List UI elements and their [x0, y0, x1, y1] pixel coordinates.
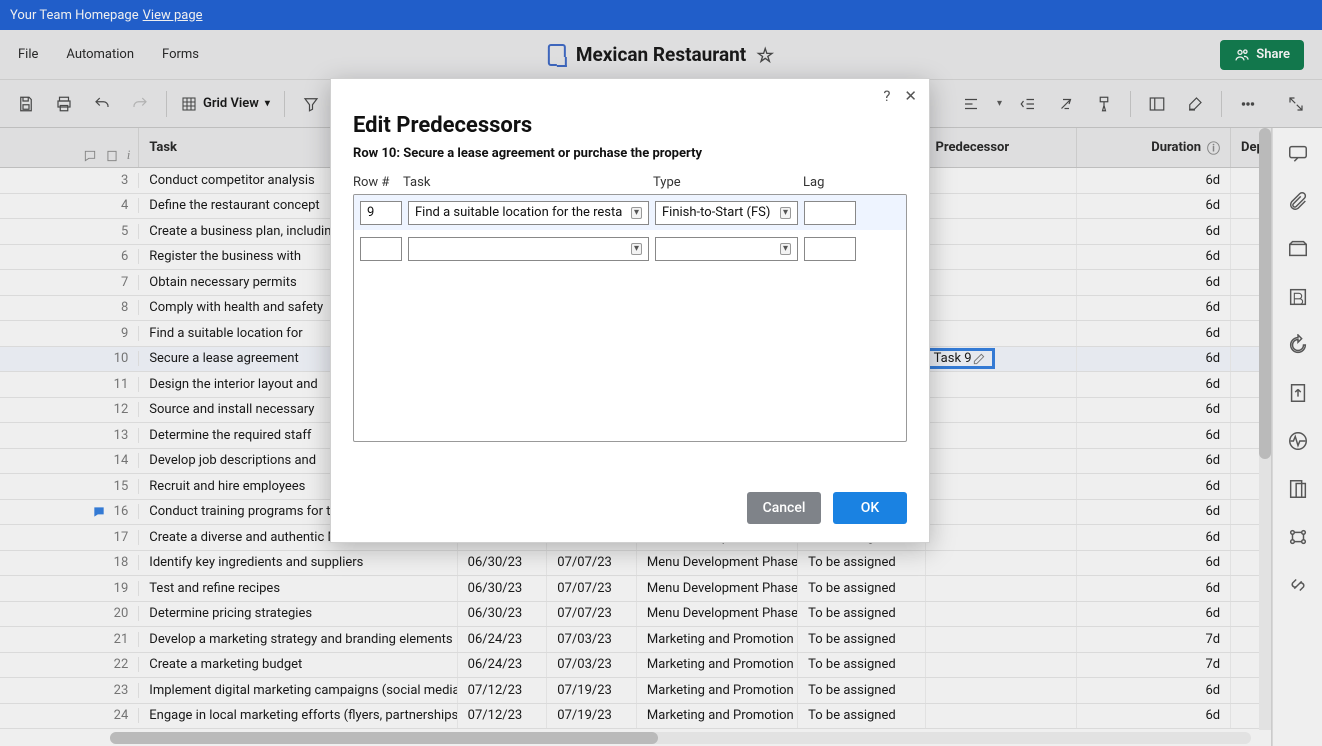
dialog-actions: Cancel OK: [331, 492, 929, 542]
app-root: Your Team Homepage View page File Automa…: [0, 0, 1322, 746]
chevron-down-icon: ▾: [780, 207, 791, 219]
edit-predecessors-dialog: ? ✕ Edit Predecessors Row 10: Secure a l…: [330, 78, 930, 543]
lag-input[interactable]: [804, 237, 856, 261]
hdr-type: Type: [653, 175, 803, 190]
row-num-input[interactable]: [360, 237, 402, 261]
hdr-task: Task: [403, 175, 653, 190]
type-select[interactable]: Finish-to-Start (FS)▾: [655, 201, 798, 225]
help-icon[interactable]: ?: [883, 87, 890, 105]
chevron-down-icon: ▾: [631, 207, 642, 219]
lag-input[interactable]: [804, 201, 856, 225]
hdr-lag: Lag: [803, 175, 863, 190]
row-num-input[interactable]: 9: [360, 201, 402, 225]
chevron-down-icon: ▾: [780, 243, 791, 255]
dialog-subtitle: Row 10: Secure a lease agreement or purc…: [331, 146, 929, 175]
ok-button[interactable]: OK: [833, 492, 907, 524]
predecessor-grid: 9 Find a suitable location for the resta…: [353, 194, 907, 442]
task-select[interactable]: Find a suitable location for the resta▾: [408, 201, 649, 225]
type-select[interactable]: ▾: [655, 237, 798, 261]
predecessor-grid-header: Row # Task Type Lag: [331, 175, 929, 194]
cancel-button[interactable]: Cancel: [747, 492, 821, 524]
close-icon[interactable]: ✕: [904, 87, 917, 105]
predecessor-row: 9 Find a suitable location for the resta…: [354, 195, 906, 231]
chevron-down-icon: ▾: [631, 243, 642, 255]
dialog-title: Edit Predecessors: [331, 113, 929, 146]
hdr-row-num: Row #: [353, 175, 403, 190]
task-select[interactable]: ▾: [408, 237, 649, 261]
predecessor-row-empty: ▾ ▾: [354, 231, 906, 267]
